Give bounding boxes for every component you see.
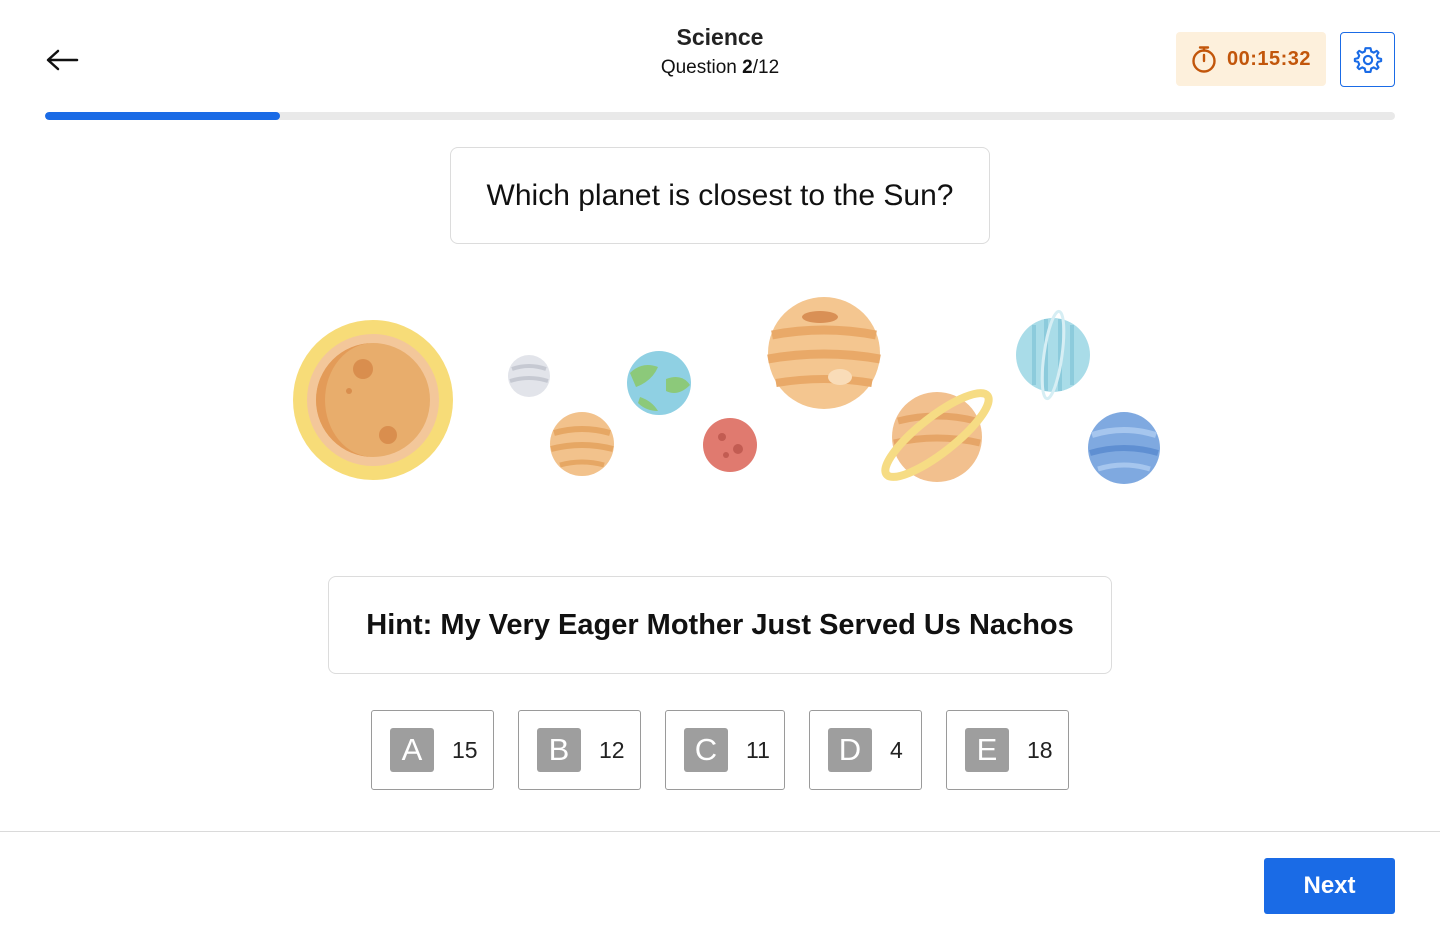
subject-title: Science bbox=[676, 24, 764, 50]
question-total: /12 bbox=[752, 57, 780, 78]
option-d[interactable]: D 4 bbox=[809, 710, 922, 790]
neptune-image bbox=[1088, 412, 1160, 484]
option-value: 15 bbox=[452, 736, 478, 763]
question-current: 2 bbox=[742, 57, 753, 78]
saturn-image bbox=[881, 389, 993, 482]
option-c[interactable]: C 11 bbox=[665, 710, 785, 790]
question-counter-label: Question bbox=[660, 57, 743, 78]
hint-card: Hint: My Very Eager Mother Just Served U… bbox=[328, 576, 1112, 674]
uranus-image bbox=[1016, 309, 1090, 401]
option-letter: D bbox=[828, 728, 872, 772]
arrow-left-icon bbox=[46, 49, 79, 71]
question-text: Which planet is closest to the Sun? bbox=[486, 178, 954, 212]
quiz-page: Science Question 2/12 00:15:32 Which pla… bbox=[0, 0, 1440, 940]
footer-divider bbox=[0, 831, 1440, 832]
solar-system-illustration bbox=[293, 297, 1160, 484]
option-a[interactable]: A 15 bbox=[371, 710, 494, 790]
settings-button[interactable] bbox=[1340, 32, 1395, 87]
option-e[interactable]: E 18 bbox=[946, 710, 1069, 790]
timer-text: 00:15:32 bbox=[1226, 47, 1312, 70]
option-letter: C bbox=[684, 728, 728, 772]
hint-text: Hint: My Very Eager Mother Just Served U… bbox=[366, 608, 1074, 641]
option-value: 12 bbox=[599, 736, 625, 763]
back-button[interactable] bbox=[40, 40, 84, 80]
sun-image bbox=[293, 320, 453, 480]
option-value: 18 bbox=[1027, 736, 1053, 763]
next-button[interactable]: Next bbox=[1264, 858, 1395, 914]
option-value: 11 bbox=[746, 736, 770, 763]
option-letter: A bbox=[390, 728, 434, 772]
mercury-image bbox=[508, 355, 550, 397]
option-letter: E bbox=[965, 728, 1009, 772]
jupiter-image bbox=[767, 297, 881, 409]
question-counter: Question 2/12 bbox=[520, 53, 920, 83]
gear-icon bbox=[1353, 46, 1382, 73]
timer-badge: 00:15:32 bbox=[1176, 32, 1326, 86]
progress-bar bbox=[45, 112, 1395, 120]
option-letter: B bbox=[537, 728, 581, 772]
mars-image bbox=[703, 418, 757, 472]
earth-image bbox=[627, 351, 691, 415]
option-value: 4 bbox=[890, 736, 903, 763]
quiz-header: Science Question 2/12 bbox=[520, 22, 920, 83]
progress-fill bbox=[45, 112, 280, 120]
stopwatch-icon bbox=[1192, 46, 1216, 73]
question-card: Which planet is closest to the Sun? bbox=[450, 147, 990, 244]
option-b[interactable]: B 12 bbox=[518, 710, 641, 790]
venus-image bbox=[550, 412, 614, 476]
